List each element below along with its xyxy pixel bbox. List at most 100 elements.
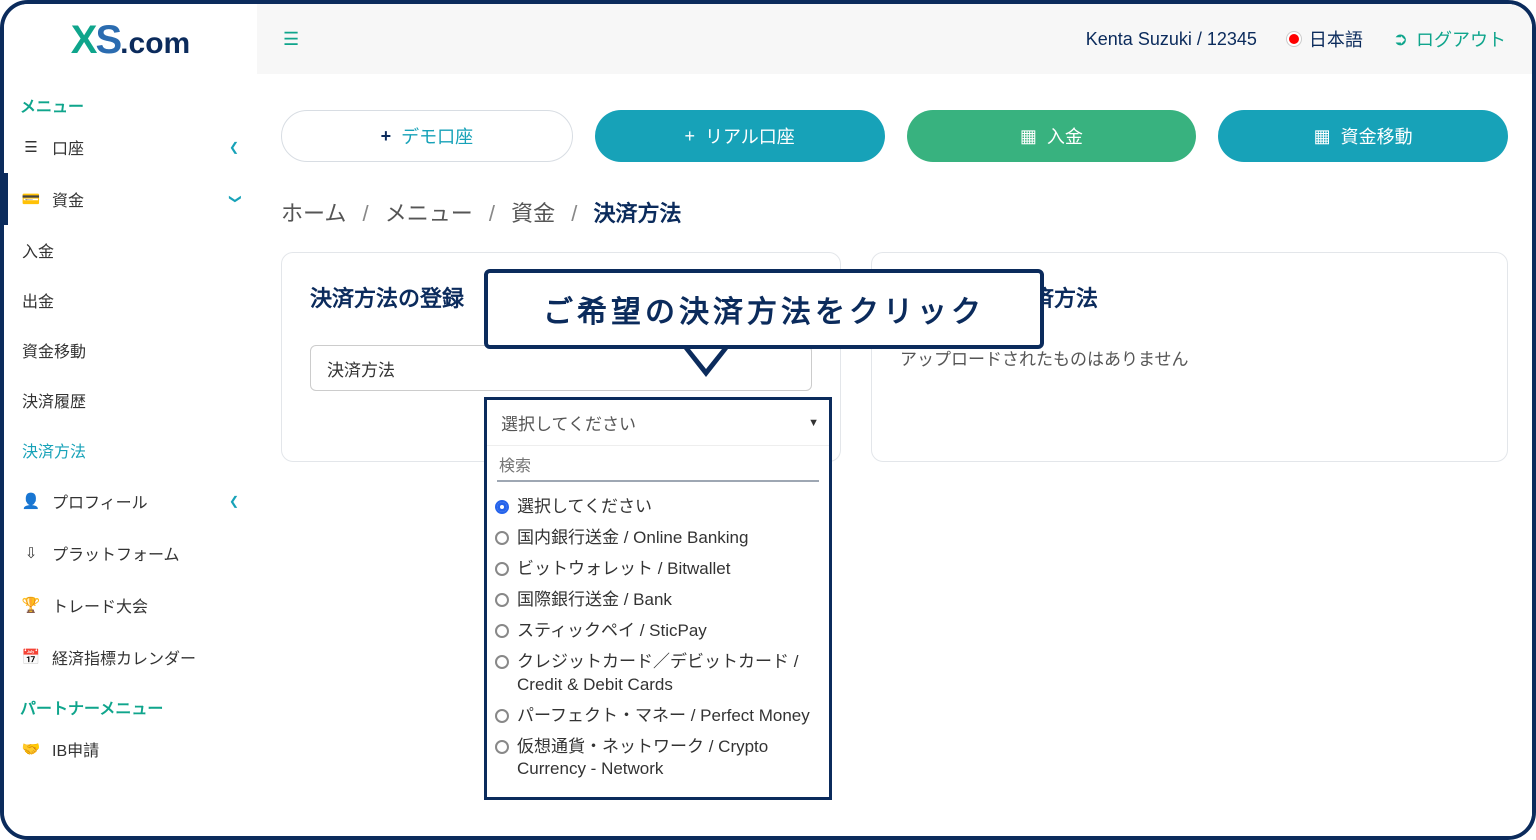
dropdown-option[interactable]: 国際銀行送金 / Bank [495,585,821,616]
sidebar-item-label: 経済指標カレンダー [52,645,196,669]
dropdown-option[interactable]: ビットウォレット / Bitwallet [495,554,821,585]
chevron-down-icon: ▼ [808,417,819,429]
language-label: 日本語 [1309,26,1363,52]
logout-icon: ➲ [1393,29,1408,50]
jp-flag-icon [1287,32,1301,46]
radio-icon [495,740,509,754]
chevron-down-icon: ❮ [227,194,241,204]
wallet-icon: 💳 [22,190,40,208]
pill-label: リアル口座 [705,123,795,149]
dropdown-selected-value: 選択してください [501,410,636,435]
radio-icon [495,562,509,576]
sidebar-item-funds[interactable]: 💳 資金 ❮ [4,173,257,225]
transfer-button[interactable]: ▦ 資金移動 [1218,110,1508,162]
radio-icon [495,624,509,638]
header-right: Kenta Suzuki / 12345 日本語 ➲ ログアウト [1086,26,1506,52]
chevron-left-icon: ❮ [229,140,239,154]
user-account-line[interactable]: Kenta Suzuki / 12345 [1086,29,1257,50]
breadcrumb-home[interactable]: ホーム [281,201,346,226]
sidebar-item-contest[interactable]: 🏆 トレード大会 [4,579,257,631]
sidebar-sub-history[interactable]: 決済履歴 [4,375,257,425]
breadcrumb-sep: / [362,201,368,226]
sidebar-sub-payment-method[interactable]: 決済方法 [4,425,257,475]
option-label: ビットウォレット / Bitwallet [517,558,730,581]
open-real-account-button[interactable]: + リアル口座 [595,110,885,162]
sidebar-item-label: 口座 [52,135,84,159]
main-column: ☰ Kenta Suzuki / 12345 日本語 ➲ ログアウト + デモ口… [257,4,1532,836]
dropdown-option[interactable]: 選択してください [495,492,821,523]
sidebar-item-profile[interactable]: 👤 プロフィール ❮ [4,475,257,527]
plus-icon: + [381,126,392,147]
option-label: 国際銀行送金 / Bank [517,589,672,612]
dropdown-option[interactable]: 仮想通貨・ネットワーク / Crypto Currency - Network [495,732,821,786]
app-frame: XS.com メニュー ☰ 口座 ❮ 💳 資金 ❮ 入金 出金 資金移動 決済履… [0,0,1536,840]
breadcrumb-sep: / [571,201,577,226]
sidebar-sub-deposit[interactable]: 入金 [4,225,257,275]
top-header: ☰ Kenta Suzuki / 12345 日本語 ➲ ログアウト [257,4,1532,74]
option-label: クレジットカード／デビットカード / Credit & Debit Cards [517,651,821,697]
dropdown-option[interactable]: 国内銀行送金 / Online Banking [495,523,821,554]
sidebar-sub-transfer[interactable]: 資金移動 [4,325,257,375]
radio-icon [495,593,509,607]
breadcrumb: ホーム / メニュー / 資金 / 決済方法 [281,192,1508,252]
logout-button[interactable]: ➲ ログアウト [1393,26,1506,52]
logo-x: X [71,18,96,62]
partner-section-title: パートナーメニュー [4,683,257,723]
sidebar-item-label: 資金 [52,187,84,211]
radio-icon [495,655,509,669]
open-demo-account-button[interactable]: + デモ口座 [281,110,573,162]
sidebar: XS.com メニュー ☰ 口座 ❮ 💳 資金 ❮ 入金 出金 資金移動 決済履… [4,4,257,836]
radio-icon [495,500,509,514]
breadcrumb-current: 決済方法 [594,201,682,226]
option-label: 国内銀行送金 / Online Banking [517,527,748,550]
breadcrumb-funds[interactable]: 資金 [511,201,555,226]
calendar-icon: 📅 [22,648,40,666]
sidebar-item-label: トレード大会 [52,593,148,617]
logo-s: S [95,18,120,62]
sidebar-item-accounts[interactable]: ☰ 口座 ❮ [4,121,257,173]
card-icon: ▦ [1314,126,1331,147]
logo[interactable]: XS.com [4,4,257,81]
option-label: スティックペイ / SticPay [517,620,707,643]
callout-pointer-icon [684,349,728,377]
radio-icon [495,531,509,545]
dropdown-option[interactable]: クレジットカード／デビットカード / Credit & Debit Cards [495,647,821,701]
sidebar-item-ib-apply[interactable]: 🤝 IB申請 [4,723,257,775]
download-icon: ⇩ [22,544,40,562]
sidebar-toggle-icon[interactable]: ☰ [283,29,299,50]
card-icon: ▦ [1020,126,1037,147]
pill-label: 資金移動 [1341,123,1413,149]
payment-method-dropdown-open: 選択してください ▼ 選択してください 国内銀行送金 / Online Bank… [484,397,832,800]
breadcrumb-sep: / [489,201,495,226]
radio-icon [495,709,509,723]
logout-label: ログアウト [1416,26,1506,52]
user-icon: 👤 [22,492,40,510]
sidebar-item-calendar[interactable]: 📅 経済指標カレンダー [4,631,257,683]
deposit-button[interactable]: ▦ 入金 [907,110,1197,162]
language-switcher[interactable]: 日本語 [1287,26,1363,52]
list-icon: ☰ [22,138,40,156]
breadcrumb-menu[interactable]: メニュー [385,201,473,226]
dropdown-selected-display[interactable]: 選択してください ▼ [487,400,829,446]
dropdown-search-input[interactable] [497,454,819,482]
option-label: 仮想通貨・ネットワーク / Crypto Currency - Network [517,736,821,782]
dropdown-option[interactable]: パーフェクト・マネー / Perfect Money [495,701,821,732]
menu-section-title: メニュー [4,81,257,121]
option-label: パーフェクト・マネー / Perfect Money [517,705,810,728]
handshake-icon: 🤝 [22,740,40,758]
callout-text: ご希望の決済方法をクリック [484,269,1044,349]
sidebar-item-label: IB申請 [52,737,99,761]
pill-label: 入金 [1047,123,1083,149]
sidebar-item-label: プラットフォーム [52,541,180,565]
sidebar-sub-withdraw[interactable]: 出金 [4,275,257,325]
action-pill-row: + デモ口座 + リアル口座 ▦ 入金 ▦ 資金移動 [257,74,1532,182]
sidebar-item-label: プロフィール [52,489,148,513]
chevron-left-icon: ❮ [229,494,239,508]
sidebar-item-platform[interactable]: ⇩ プラットフォーム [4,527,257,579]
select-field-label: 決済方法 [311,346,469,390]
dropdown-option[interactable]: スティックペイ / SticPay [495,616,821,647]
plus-icon: + [684,126,695,147]
logo-dotcom: .com [120,27,190,60]
pill-label: デモ口座 [401,123,473,149]
trophy-icon: 🏆 [22,596,40,614]
